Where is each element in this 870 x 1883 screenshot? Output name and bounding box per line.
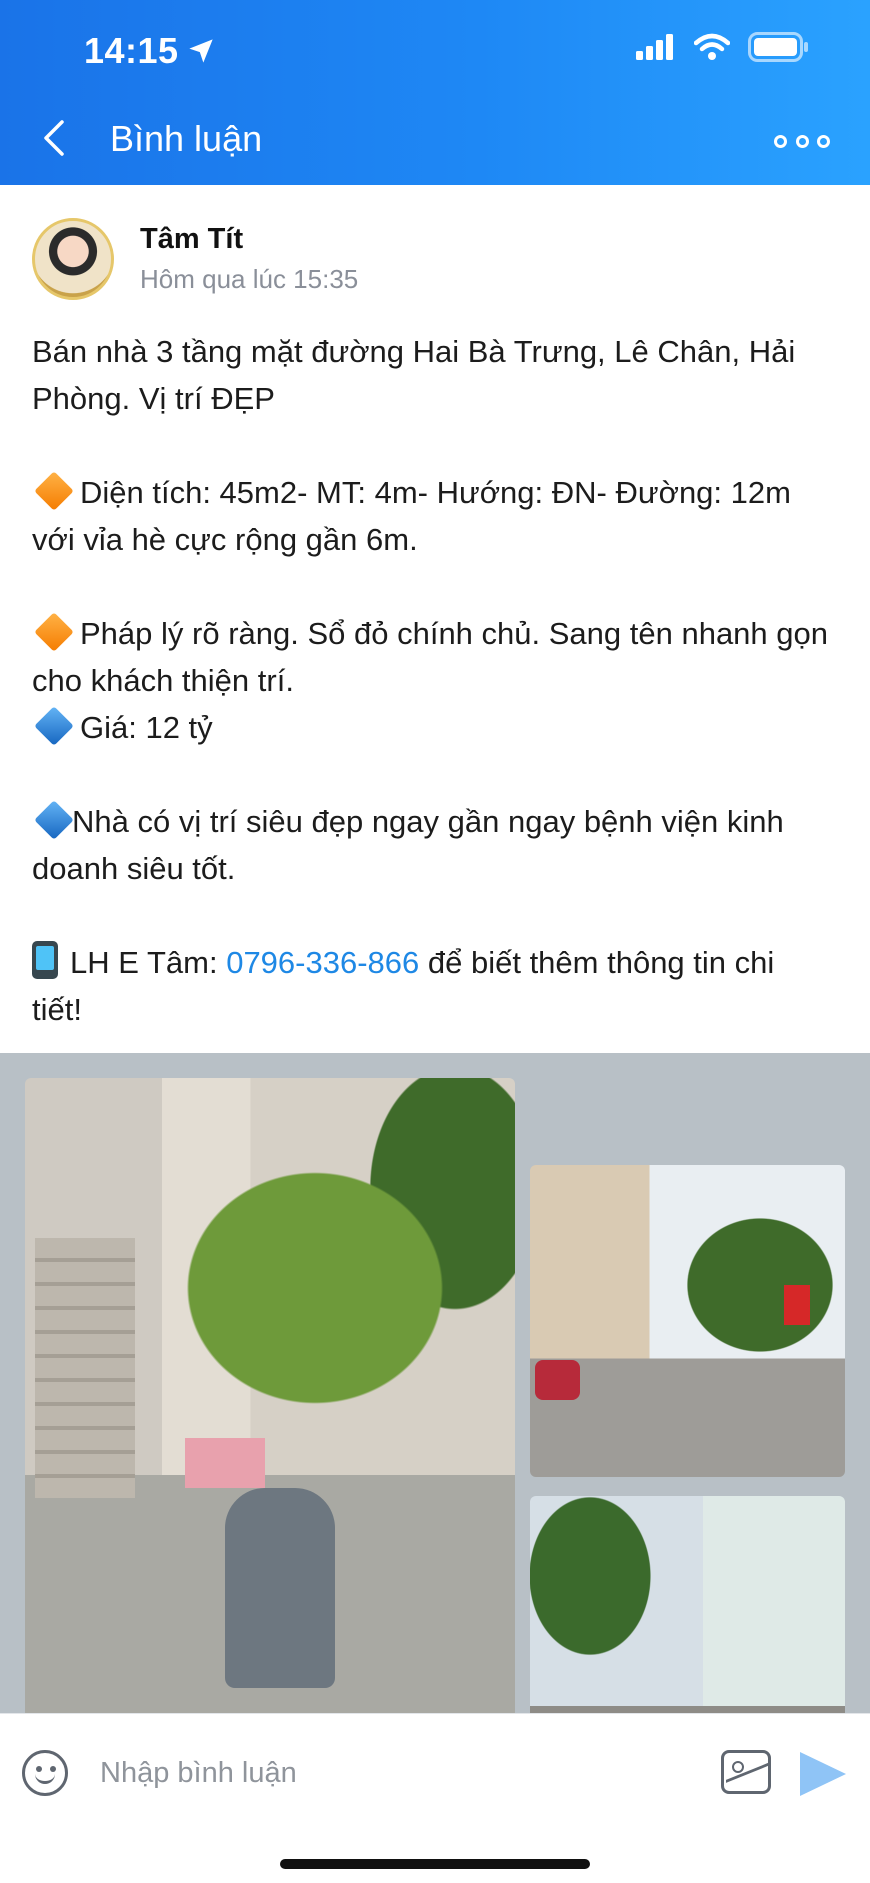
signal-icon	[636, 34, 673, 60]
contact-prefix: LH E Tâm:	[70, 945, 227, 980]
more-options-button[interactable]	[774, 126, 830, 156]
post-timestamp: Hôm qua lúc 15:35	[140, 264, 359, 294]
photo-detail-building	[35, 1238, 135, 1498]
avatar[interactable]	[32, 218, 114, 300]
post-photo-3[interactable]	[530, 1496, 845, 1713]
wifi-icon	[694, 33, 730, 60]
top-app-bar: 14:15 Bình luận	[0, 0, 870, 185]
post-author[interactable]: Tâm Tít Hôm qua lúc 15:35	[32, 218, 358, 300]
more-icon	[774, 134, 787, 148]
more-icon-dot	[817, 134, 830, 148]
phone-link[interactable]: 0796-336-866	[226, 945, 419, 980]
image-icon[interactable]	[721, 1750, 771, 1794]
status-time: 14:15	[84, 30, 215, 72]
home-indicator	[280, 1859, 590, 1869]
post-photo-main[interactable]	[25, 1078, 515, 1713]
blue-diamond-icon	[34, 800, 74, 840]
author-meta: Tâm Tít Hôm qua lúc 15:35	[140, 223, 358, 295]
post-line: Nhà có vị trí siêu đẹp ngay gần ngay bện…	[32, 798, 832, 892]
post-image-gallery	[0, 1053, 870, 1713]
photo-detail-cyclist	[225, 1488, 335, 1688]
post-line: Pháp lý rõ ràng. Sổ đỏ chính chủ. Sang t…	[32, 610, 832, 704]
location-arrow-icon	[188, 39, 213, 63]
more-icon-dot	[795, 134, 809, 148]
post-line: Giá: 12 tỷ	[32, 704, 832, 751]
post-line-text: Pháp lý rõ ràng. Sổ đỏ chính chủ. Sang t…	[32, 616, 828, 698]
contact-line: LH E Tâm: 0796-336-866 để biết thêm thôn…	[32, 939, 832, 1033]
post-line-text: Diện tích: 45m2- MT: 4m- Hướng: ĐN- Đườn…	[32, 475, 791, 557]
orange-diamond-icon	[34, 612, 74, 652]
battery-icon	[748, 32, 808, 62]
post-photo-2[interactable]	[530, 1165, 845, 1477]
price-text: Giá: 12 tỷ	[80, 710, 213, 745]
clock-text: 14:15	[84, 30, 179, 71]
blue-diamond-icon	[34, 706, 74, 746]
back-chevron-icon	[44, 120, 64, 156]
send-icon[interactable]	[800, 1752, 846, 1796]
mobile-phone-icon	[32, 941, 58, 979]
post-content: Bán nhà 3 tầng mặt đường Hai Bà Trưng, L…	[32, 328, 832, 1033]
photo-detail-car	[535, 1360, 580, 1400]
back-button[interactable]	[40, 118, 80, 166]
photo-detail-sign	[185, 1438, 265, 1488]
post-line-text: Nhà có vị trí siêu đẹp ngay gần ngay bện…	[32, 804, 784, 886]
post-line: Bán nhà 3 tầng mặt đường Hai Bà Trưng, L…	[32, 334, 796, 416]
post-line: Diện tích: 45m2- MT: 4m- Hướng: ĐN- Đườn…	[32, 469, 832, 563]
comment-input[interactable]	[100, 1750, 680, 1796]
page-title: Bình luận	[110, 118, 263, 159]
photo-detail-flag	[784, 1285, 810, 1325]
comment-bar	[0, 1713, 870, 1883]
status-icons	[636, 32, 810, 62]
orange-diamond-icon	[34, 471, 74, 511]
author-name[interactable]: Tâm Tít	[140, 223, 358, 256]
emoji-icon[interactable]	[22, 1750, 68, 1796]
